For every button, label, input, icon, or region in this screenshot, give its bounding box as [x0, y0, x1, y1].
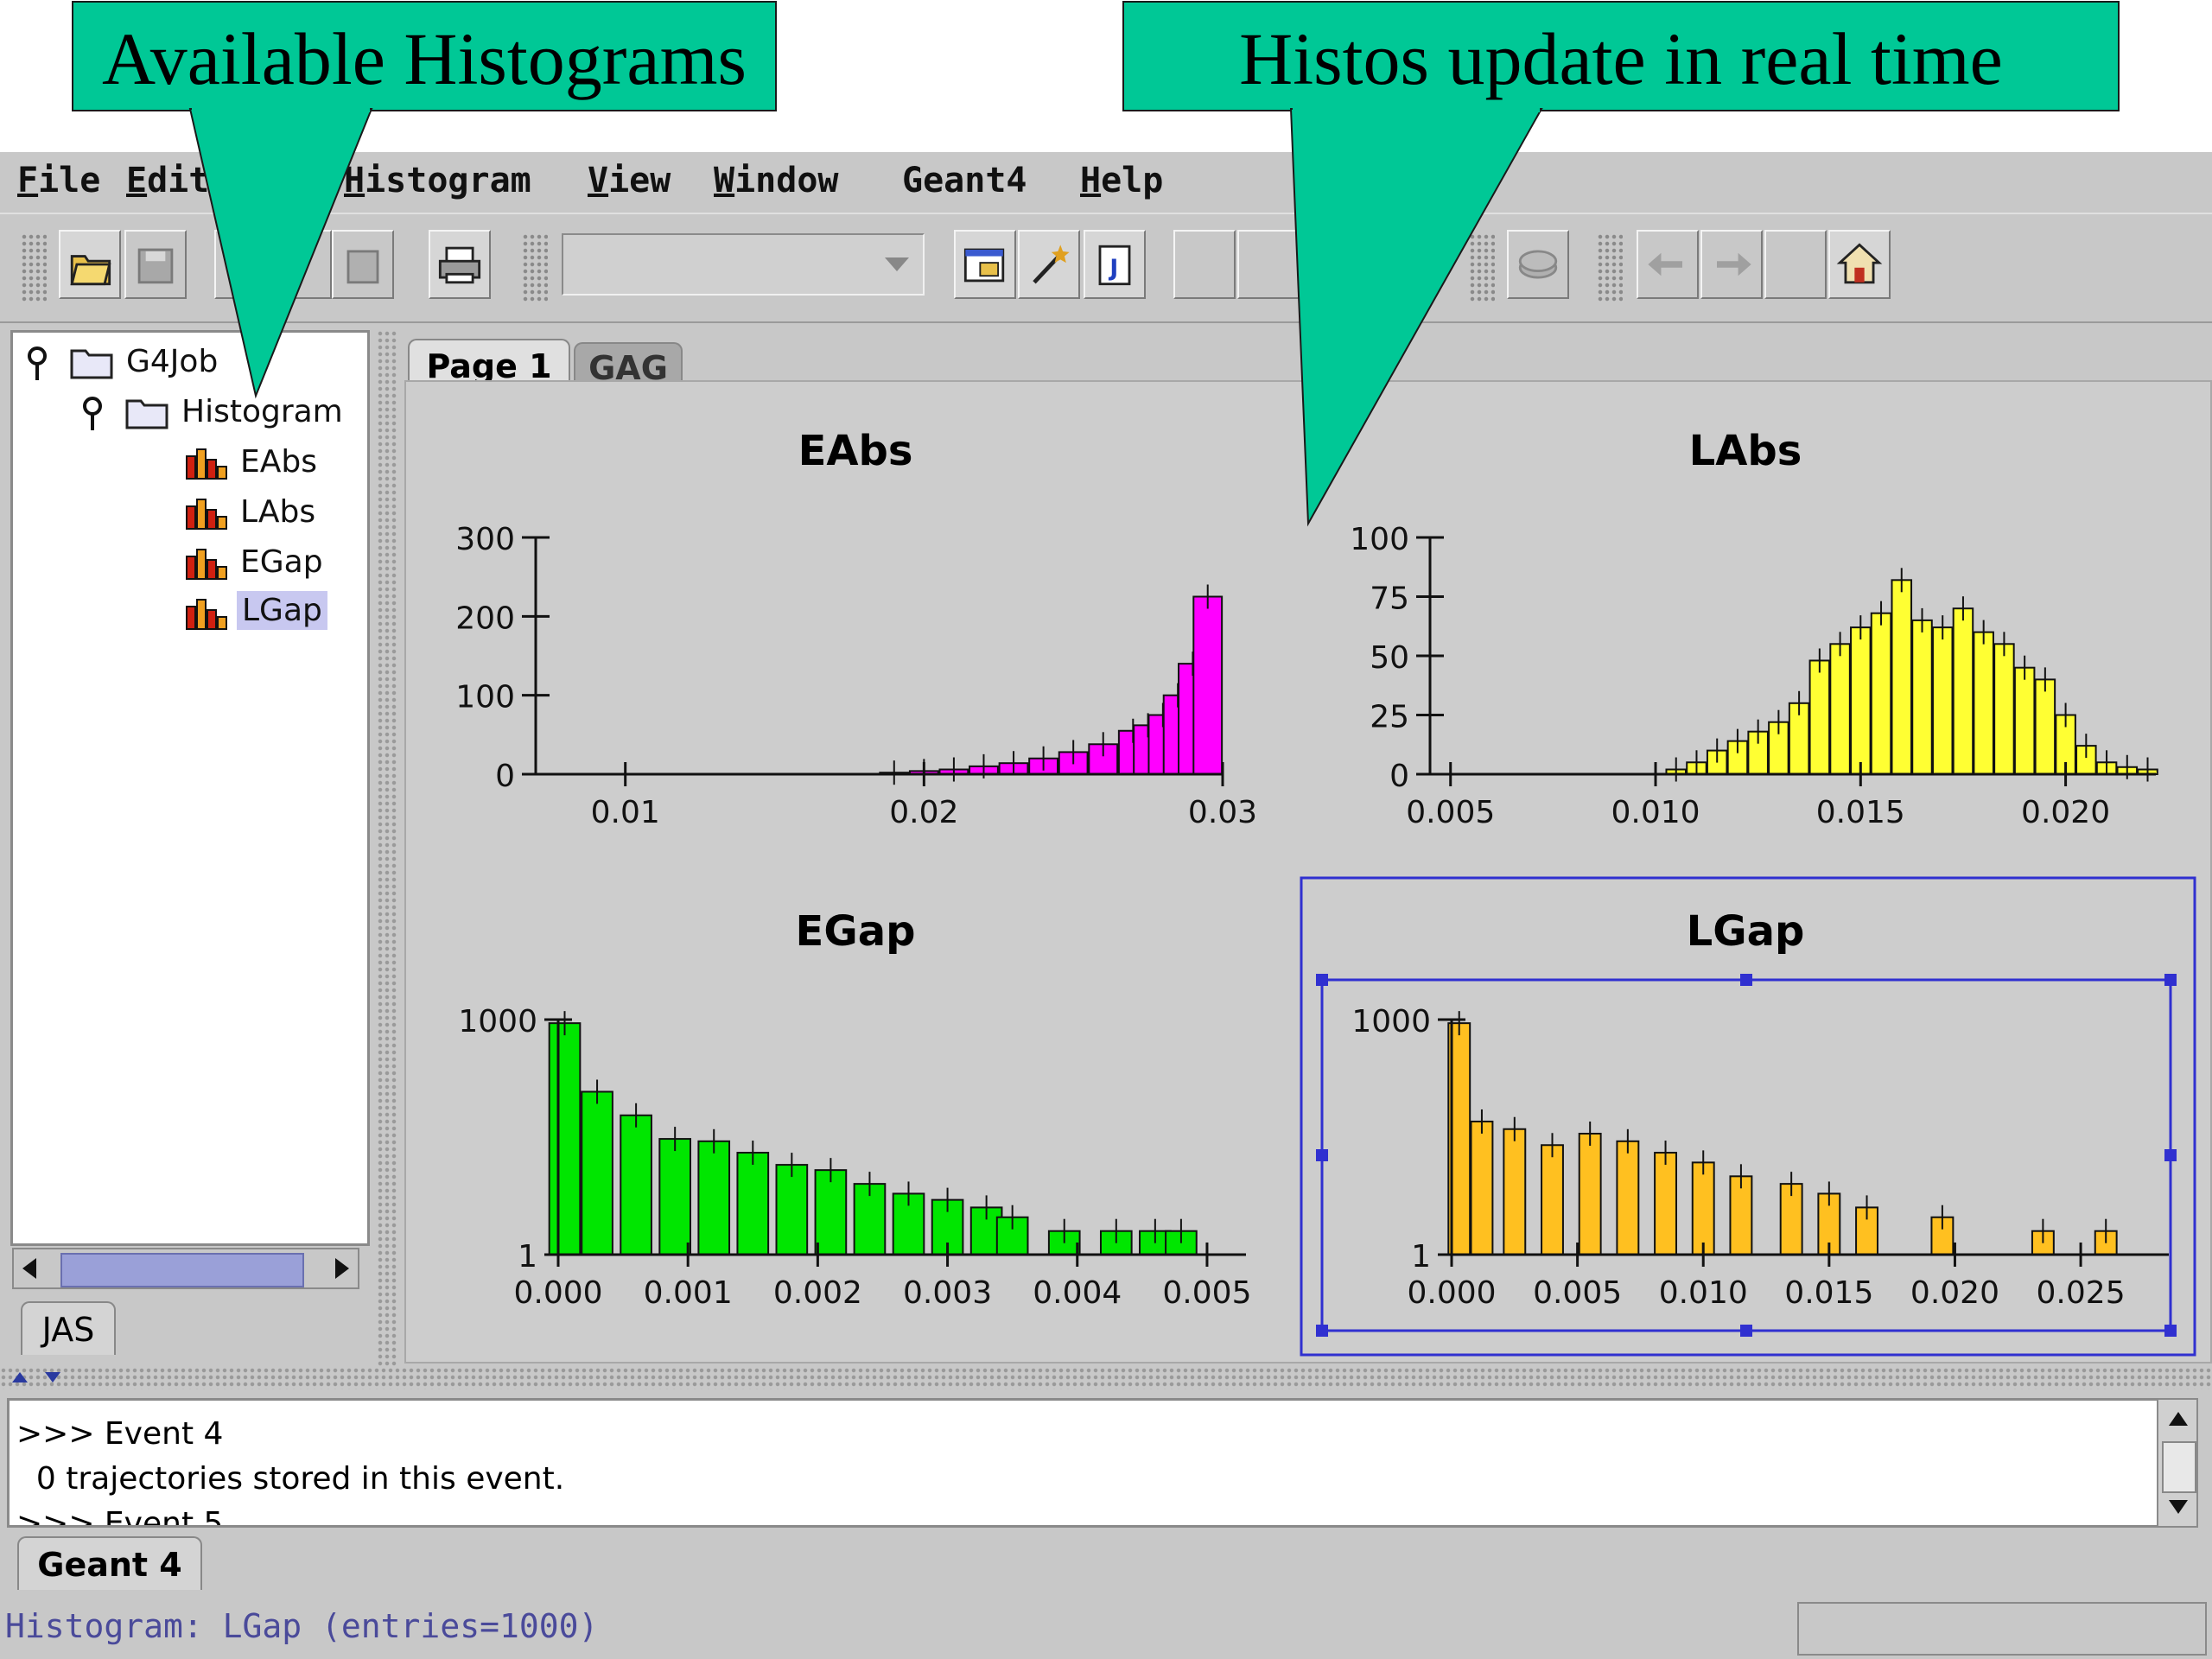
console-line-1: >>> Event 4 [16, 1416, 224, 1452]
histogram-bar [1973, 631, 1994, 775]
x-tick-label: 0.020 [2021, 795, 2110, 830]
console-line-2: 0 trajectories stored in this event. [16, 1461, 565, 1497]
histogram-bar [1503, 1128, 1527, 1256]
x-tick-label: 0.02 [889, 795, 958, 830]
y-tick-label: 0 [495, 759, 515, 794]
x-tick-label: 0.004 [1033, 1275, 1122, 1311]
x-tick-label: 0.025 [2037, 1275, 2126, 1311]
console-output[interactable]: >>> Event 4 0 trajectories stored in thi… [7, 1398, 2164, 1528]
x-tick-label: 0.005 [1406, 795, 1495, 830]
histogram-bar [1993, 643, 2015, 775]
x-tick-label: 0.03 [1188, 795, 1257, 830]
histogram-bar [1952, 607, 1974, 776]
y-tick-label: 100 [1350, 522, 1409, 557]
collapse-up-icon[interactable] [10, 1369, 29, 1386]
histogram-bar [1192, 595, 1224, 775]
y-tick-label: 300 [455, 522, 515, 557]
histogram-bar [2013, 666, 2036, 776]
resize-handle [2164, 1149, 2177, 1161]
x-tick-label: 0.020 [1910, 1275, 1999, 1311]
histogram-bar [1850, 626, 1872, 775]
scroll-up-icon[interactable] [2165, 1407, 2191, 1431]
x-tick-label: 0.003 [903, 1275, 992, 1311]
tab-geant4[interactable]: Geant 4 [17, 1536, 202, 1590]
histogram-bar [1691, 1161, 1715, 1255]
progress-field [1797, 1602, 2207, 1656]
histogram-bar [736, 1152, 770, 1255]
status-text: Histogram: LGap (entries=1000) [5, 1607, 599, 1645]
resize-handle [1316, 1149, 1328, 1161]
histogram-bar [1654, 1152, 1677, 1255]
histogram-bar [1931, 626, 1954, 775]
x-tick-label: 0.000 [513, 1275, 602, 1311]
histogram-bar [1541, 1144, 1564, 1255]
resize-handle [2164, 974, 2177, 986]
y-tick-label: 1000 [458, 1004, 537, 1039]
histogram-bar [581, 1090, 613, 1255]
histogram-bar [697, 1140, 731, 1256]
x-tick-label: 0.002 [773, 1275, 862, 1311]
x-tick-label: 0.005 [1533, 1275, 1622, 1311]
scroll-down-icon[interactable] [2165, 1495, 2191, 1519]
resize-handle [1740, 1325, 1752, 1337]
horizontal-splitter[interactable] [0, 1367, 2212, 1389]
x-tick-label: 0.010 [1611, 795, 1700, 830]
callout-left-text: Available Histograms [102, 17, 747, 100]
callout-right-text: Histos update in real time [1239, 17, 2003, 100]
x-tick-label: 0.015 [1816, 795, 1905, 830]
y-tick-label: 75 [1370, 582, 1409, 617]
console-vertical-scrollbar[interactable] [2157, 1398, 2198, 1528]
y-tick-label: 200 [455, 601, 515, 636]
histogram-bar [548, 1022, 582, 1255]
y-tick-label: 1000 [1351, 1004, 1431, 1039]
x-tick-label: 0.01 [591, 795, 660, 830]
histogram-bar [1616, 1140, 1640, 1256]
histogram-bar [620, 1114, 652, 1256]
histogram-bar [1829, 643, 1851, 775]
histogram-bar [1578, 1133, 1602, 1256]
x-tick-label: 0.000 [1407, 1275, 1496, 1311]
resize-handle [1740, 974, 1752, 986]
y-tick-label: 1 [518, 1239, 537, 1274]
y-tick-label: 100 [455, 680, 515, 715]
histogram-bar [1870, 612, 1892, 775]
histogram-bar [1808, 659, 1831, 775]
x-tick-label: 0.005 [1162, 1275, 1251, 1311]
status-bar: Histogram: LGap (entries=1000) [0, 1597, 2212, 1659]
y-tick-label: 50 [1370, 640, 1409, 676]
histogram-bar [814, 1169, 848, 1255]
y-tick-label: 25 [1370, 700, 1409, 735]
x-tick-label: 0.015 [1784, 1275, 1873, 1311]
histogram-bar [658, 1138, 692, 1255]
resize-handle [2164, 1325, 2177, 1337]
histogram-bar [1891, 579, 1913, 775]
x-tick-label: 0.001 [644, 1275, 733, 1311]
resize-handle [1316, 1325, 1328, 1337]
resize-handle [1316, 974, 1328, 986]
console-scroll-thumb[interactable] [2162, 1441, 2196, 1493]
console-line-3: >>> Event 5 [16, 1506, 224, 1528]
y-tick-label: 0 [1389, 759, 1409, 794]
histogram-bar [1911, 619, 1933, 776]
y-tick-label: 1 [1411, 1239, 1431, 1274]
histogram-bar [775, 1164, 809, 1255]
x-tick-label: 0.010 [1659, 1275, 1748, 1311]
collapse-down-icon[interactable] [43, 1369, 62, 1386]
histogram-bar [1470, 1120, 1494, 1256]
histogram-bar [2034, 678, 2056, 776]
